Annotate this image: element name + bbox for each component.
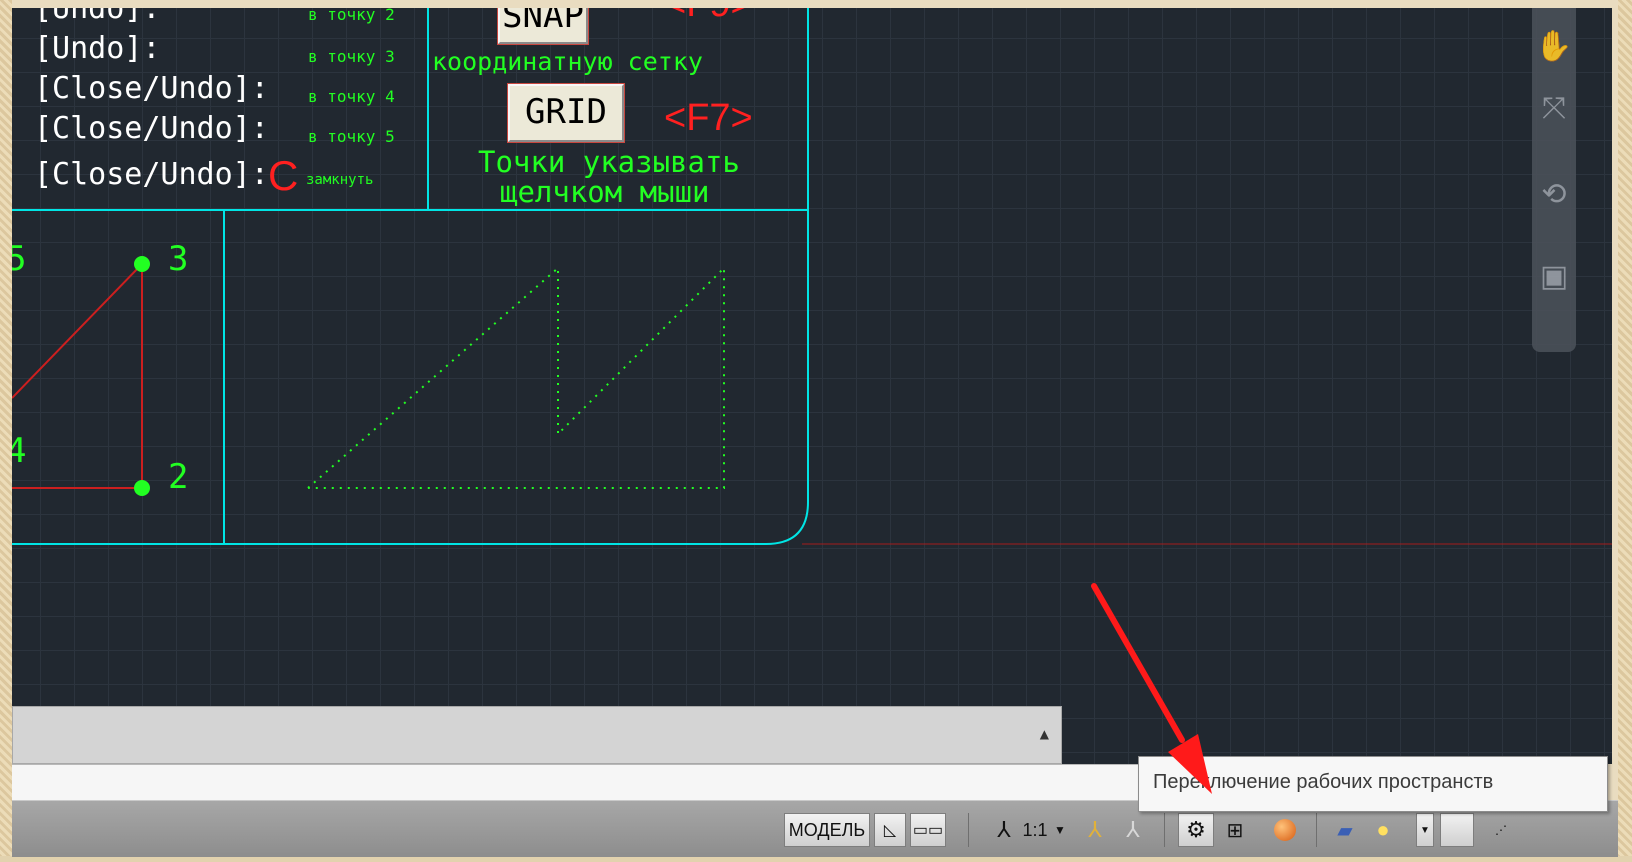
point-label-4: 4 — [12, 431, 26, 471]
drawing-canvas[interactable]: [Undo]: [Undo]: [Close/Undo]: [Close/Und… — [12, 8, 1612, 764]
command-line-input[interactable] — [12, 764, 1152, 801]
annotation-visibility-icon[interactable]: ⅄ — [1078, 813, 1112, 847]
lightbulb-icon[interactable]: ● — [1368, 813, 1398, 847]
point-label-5: 5 — [12, 239, 26, 279]
autoscale-icon[interactable]: ⅄ — [1116, 813, 1150, 847]
point-2-marker — [134, 480, 150, 496]
prompt-3: [Close/Undo]: — [34, 111, 269, 146]
model-button[interactable]: МОДЕЛЬ — [784, 813, 870, 847]
scale-dropdown-icon[interactable]: ▼ — [1052, 813, 1068, 847]
point-label-3: 3 — [168, 239, 188, 279]
status-separator — [1316, 813, 1317, 847]
snap-key-button: SNAP — [498, 8, 588, 44]
step-1: в точку 3 — [308, 47, 395, 66]
prompt-2: [Close/Undo]: — [34, 71, 269, 106]
annotation-scale-icon[interactable]: ⅄ — [990, 813, 1018, 847]
step-3: в точку 5 — [308, 127, 395, 146]
status-separator — [1164, 813, 1165, 847]
prompt-4: [Close/Undo]: — [34, 157, 269, 192]
prompt-0: [Undo]: — [34, 8, 160, 26]
clean-screen-icon[interactable] — [1440, 813, 1474, 847]
snap-hotkey: <F9> — [664, 8, 753, 25]
workspace-tooltip: Переключение рабочих пространств — [1138, 756, 1608, 812]
resize-grip-icon[interactable]: ⋰ — [1488, 813, 1514, 847]
hint-line2: щелчком мыши — [500, 175, 710, 209]
isolate-objects-icon[interactable]: ▰ — [1328, 813, 1362, 847]
hardware-acceleration-icon[interactable] — [1268, 813, 1302, 847]
zoom-extents-icon[interactable]: ⤧ — [1536, 90, 1572, 126]
command-scroll-arrow[interactable]: ▲ — [1040, 727, 1049, 741]
status-separator — [968, 813, 969, 847]
hint-line1: Точки указывать — [478, 145, 740, 179]
step-2: в точку 4 — [308, 87, 395, 106]
prompt-1: [Undo]: — [34, 31, 160, 66]
point-3-marker — [134, 256, 150, 272]
grid-caption: координатную сетку — [432, 47, 703, 76]
step-0: в точку 2 — [308, 8, 395, 24]
toolbar-lock-icon[interactable]: ⊞ — [1218, 813, 1252, 847]
navigation-bar: ✋ ⤧ ⟲ ▣ — [1532, 8, 1576, 352]
showmotion-icon[interactable]: ▣ — [1536, 258, 1572, 294]
layout1-icon[interactable]: ◺ — [874, 813, 906, 847]
frame-right-border — [1618, 0, 1632, 862]
orbit-icon[interactable]: ⟲ — [1536, 176, 1572, 212]
command-history-bar[interactable]: ▲ — [12, 706, 1062, 764]
close-key-letter: C — [268, 152, 298, 199]
grid-hotkey: <F7> — [664, 97, 753, 139]
annotation-scale-value[interactable]: 1:1 — [1018, 813, 1052, 847]
step-4: замкнуть — [306, 172, 373, 188]
workspace-switching-gear-icon[interactable]: ⚙ — [1178, 813, 1214, 847]
grid-key-button: GRID — [508, 84, 624, 142]
frame-left-border — [0, 0, 12, 862]
statusbar-menu-icon[interactable]: ▼ — [1416, 813, 1434, 847]
layouts-preview-icon[interactable]: ▭▭ — [910, 813, 946, 847]
example-polyline — [12, 261, 143, 489]
dotted-zigzag — [307, 265, 725, 489]
point-label-2: 2 — [168, 457, 188, 497]
pan-icon[interactable]: ✋ — [1535, 28, 1572, 64]
drawing-svg: [Undo]: [Undo]: [Close/Undo]: [Close/Und… — [12, 8, 1612, 545]
